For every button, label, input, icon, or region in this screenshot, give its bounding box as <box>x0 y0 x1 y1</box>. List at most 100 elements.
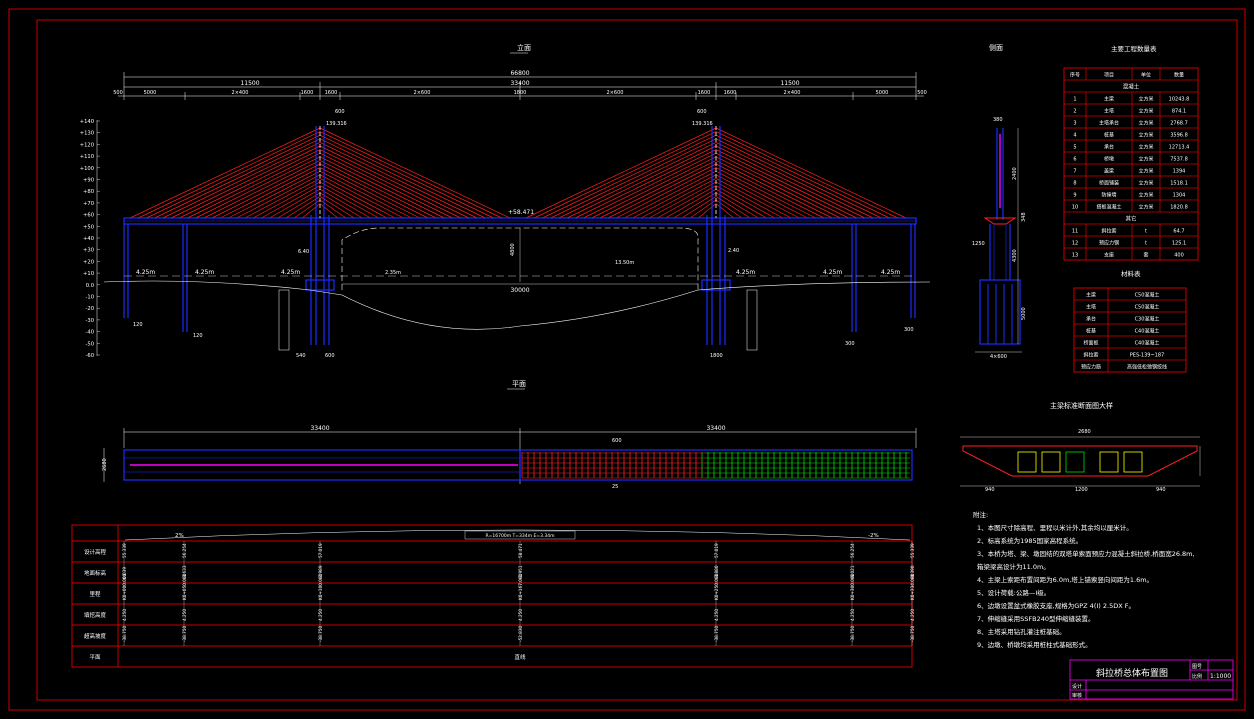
y-tick-label: +30 <box>83 248 94 254</box>
cable <box>681 196 717 219</box>
section-dim-total: 2680 <box>1078 429 1091 435</box>
qty-cell: 项目 <box>1104 73 1114 79</box>
water-left-3: 4.25m <box>281 269 300 276</box>
svg-text:300: 300 <box>904 327 914 333</box>
profile-cell: 4.250 <box>518 609 523 621</box>
dim-half-left: 33400 <box>510 80 529 87</box>
qty-cell: 874.1 <box>1172 109 1186 115</box>
qty-cell: 10 <box>1072 205 1078 211</box>
svg-text:1800: 1800 <box>710 353 723 359</box>
water-left-2: 4.25m <box>195 269 214 276</box>
qty-cell: 防撞墙 <box>1101 192 1116 199</box>
profile-cell: K0+100.000 <box>318 573 323 600</box>
profile-cell: -38.750 <box>910 626 915 642</box>
cable <box>566 145 717 219</box>
cable <box>715 156 841 219</box>
cable <box>319 138 486 219</box>
dim-total: 66800 <box>510 70 529 77</box>
qty-cell: 盖梁 <box>1104 168 1114 175</box>
y-tick-label: -60 <box>86 353 94 359</box>
qty-cell: 桥面铺装 <box>1099 180 1119 187</box>
profile-cell: K0+050.000 <box>182 573 187 600</box>
tower-left-elev: 139.316 <box>326 121 347 127</box>
dim-center: 1800 <box>514 90 527 96</box>
mat-cell: C40混凝土 <box>1135 340 1160 347</box>
qty-cell: 9 <box>1073 193 1076 199</box>
profile-cell: K0+250.000 <box>714 573 719 600</box>
note-item: 6、边墩设置盆式橡胶支座,规格为GPZ 4(I) 2.5DX F。 <box>977 601 1135 610</box>
profile-cell: K0+334.000 <box>910 573 915 600</box>
qty-cell: 7 <box>1073 169 1076 175</box>
qty-cell: 桥墩 <box>1104 156 1114 163</box>
cable <box>319 127 511 219</box>
cable <box>715 138 882 219</box>
profile-row-label: 地面标高 <box>84 569 107 577</box>
note-item: 箱梁梁高设计为11.0m。 <box>977 562 1050 571</box>
qty-cell: 125.1 <box>1172 241 1186 247</box>
qty-cell: 64.7 <box>1173 229 1184 235</box>
qty-cell: 7537.8 <box>1170 157 1188 163</box>
plan-dim-width: 2680 <box>102 458 108 471</box>
side-view-tower <box>975 128 1022 353</box>
section-title: 主梁标准断面图大样 <box>1050 401 1113 410</box>
label-design: 设计 <box>1072 683 1082 690</box>
notes-title: 附注: <box>973 510 988 519</box>
water-right-2: 4.25m <box>823 269 842 276</box>
profile-row-label: 平面 <box>89 654 101 661</box>
drawing-canvas: 立面 平面 侧面 主梁标准断面图大样 66800 33400 11500 115… <box>8 8 1246 711</box>
y-tick-label: +10 <box>83 271 94 277</box>
girder-section <box>960 436 1201 487</box>
cable <box>319 196 355 219</box>
qty-cell: 立方米 <box>1138 180 1153 187</box>
cable <box>319 134 494 219</box>
profile-cell: 4.250 <box>318 609 323 621</box>
cable <box>715 134 890 219</box>
qty-cell: 4 <box>1073 133 1076 139</box>
qty-group: 其它 <box>1125 215 1136 223</box>
cable <box>575 149 717 219</box>
qty-cell: 立方米 <box>1138 120 1153 127</box>
cable <box>129 127 321 219</box>
dim-side-right: 11500 <box>780 80 799 87</box>
mat-cell: 主梁 <box>1086 292 1096 299</box>
svg-text:300: 300 <box>845 341 855 347</box>
qty-cell: 预应力钢 <box>1099 240 1119 247</box>
dim-side-left: 11500 <box>240 80 259 87</box>
profile-cell: -38.750 <box>182 626 187 642</box>
profile-row-label: 设计高程 <box>84 548 107 556</box>
segment-label: 1600 <box>724 90 737 96</box>
y-tick-label: -40 <box>86 330 94 336</box>
profile-cell: 4.250 <box>910 609 915 621</box>
profile-cell: 4.250 <box>182 609 187 621</box>
qty-cell: 主梁 <box>1104 96 1114 103</box>
section-dim-right: 940 <box>1156 487 1166 493</box>
profile-cell: -38.750 <box>850 626 855 642</box>
qty-cell: 1518.1 <box>1170 181 1188 187</box>
mat-cell: 承台 <box>1086 316 1096 323</box>
label-scale: 比例 <box>1192 673 1202 680</box>
materials-title: 材料表 <box>1121 269 1141 278</box>
svg-text:348: 348 <box>1021 212 1027 222</box>
note-item: 3、本桥为塔、梁、墩固结的双塔单索面预应力混凝土斜拉桥,桥面宽26.8m, <box>977 549 1195 558</box>
main-span-label: 30000 <box>510 287 529 294</box>
note-item: 8、主塔采用钻孔灌注桩基础。 <box>977 627 1066 636</box>
scale-value: 1:1000 <box>1210 673 1231 680</box>
segment-label: 2×400 <box>784 90 801 96</box>
profile-cell: K0+000.000 <box>122 573 127 600</box>
qty-cell: 3596.8 <box>1170 133 1188 139</box>
mat-cell: 预应力筋 <box>1081 364 1101 371</box>
qty-cell: 10243.8 <box>1169 97 1190 103</box>
svg-text:600: 600 <box>325 353 335 359</box>
cable <box>550 138 717 219</box>
qty-cell: 400 <box>1174 253 1184 259</box>
y-tick-label: +130 <box>80 131 94 137</box>
cable <box>715 149 857 219</box>
note-item: 4、主梁上索距布置间距为6.0m,塔上锚索竖向间距为1.6m。 <box>977 575 1153 584</box>
qty-cell: 8 <box>1073 181 1076 187</box>
pier-left-label: 6.40 <box>298 249 309 255</box>
segment-label: 1600 <box>301 90 314 96</box>
y-tick-label: -50 <box>86 341 94 347</box>
svg-text:4300: 4300 <box>1012 249 1018 262</box>
note-item: 2、标高系统为1985国家高程系统。 <box>977 536 1082 545</box>
cable <box>179 149 321 219</box>
